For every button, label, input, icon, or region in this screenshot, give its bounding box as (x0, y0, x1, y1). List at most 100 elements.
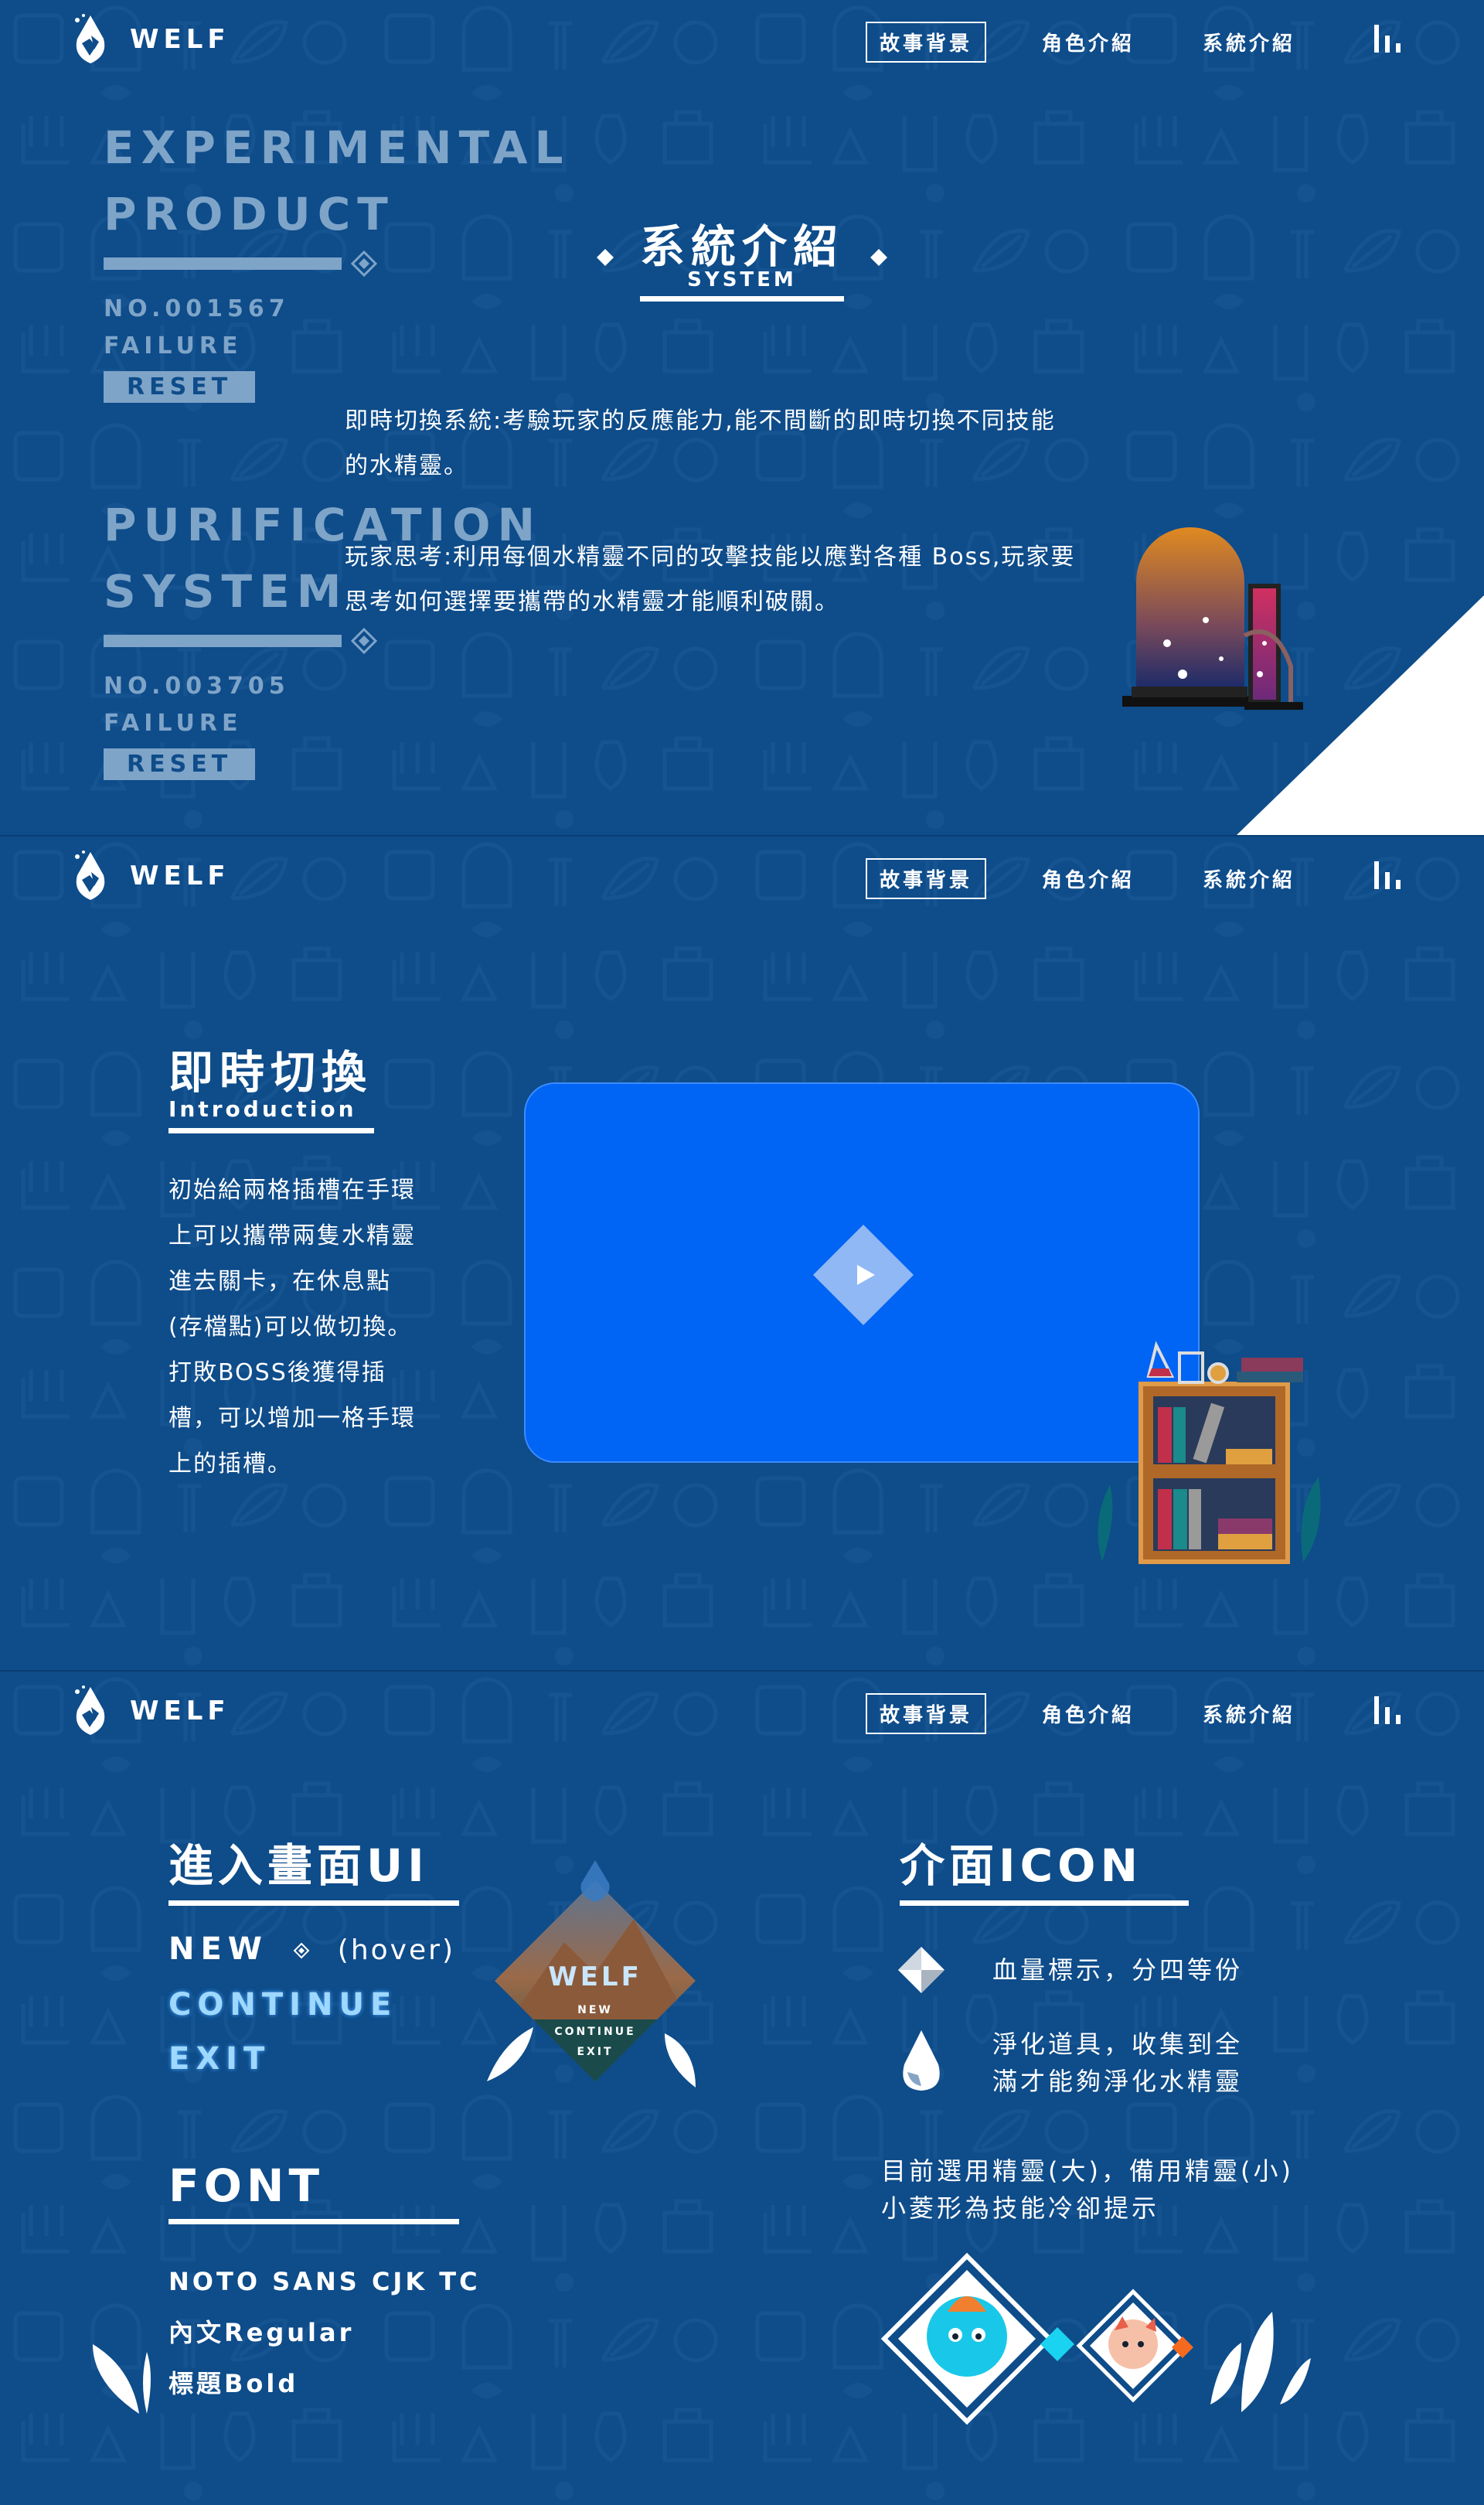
experiment-status: FAILURE (104, 332, 243, 360)
menu-new-row: NEW (hover) (168, 1931, 455, 1967)
title-underline (900, 1900, 1189, 1906)
play-button-icon[interactable] (813, 1225, 914, 1325)
leaf-decoration-icon (93, 2344, 151, 2414)
font-title-weight: 標題Bold (168, 2369, 299, 2398)
description-line: 上的插槽。 (168, 1450, 292, 1477)
description-line: 初始給兩格插槽在手環 (168, 1177, 416, 1204)
brand-name: WELF (130, 861, 230, 891)
nav-system[interactable]: 系統介紹 (1190, 23, 1308, 61)
title-underline (168, 2219, 459, 2224)
experiment-title-line2: PRODUCT (104, 188, 395, 240)
title-underline (168, 1900, 459, 1906)
spirit-note: 目前選用精靈(大)，備用精靈(小) 小菱形為技能冷卻提示 (881, 2152, 1294, 2227)
diamond-cursor-icon (293, 1942, 310, 1959)
title-underline (168, 1128, 374, 1133)
menu-new[interactable]: NEW (168, 1931, 268, 1967)
paragraph-line: 即時切換系統:考驗玩家的反應能力,能不間斷的即時切換不同技能 (345, 407, 1056, 435)
switch-system-paragraph: 即時切換系統:考驗玩家的反應能力,能不間斷的即時切換不同技能 的水精靈。 (345, 399, 1164, 489)
section-title: 系統介紹 (639, 220, 844, 273)
section-title: 即時切換 (168, 1046, 373, 1099)
realtime-switch-section: WELF 故事背景 角色介紹 系統介紹 即時切換 Introduction 初始… (0, 835, 1484, 1670)
title-underline (640, 295, 844, 302)
font-body-weight: 內文Regular (168, 2318, 355, 2347)
hp-description: 血量標示，分四等份 (992, 1955, 1244, 1985)
description-line: 打敗BOSS後獲得插 (168, 1359, 386, 1386)
preview-new: NEW (577, 2004, 613, 2016)
nav-system[interactable]: 系統介紹 (1190, 860, 1308, 898)
player-thinking-paragraph: 玩家思考:利用每個水精靈不同的攻擊技能以應對各種 Boss,玩家要 思考如何選擇… (345, 535, 1164, 625)
experiment-title-line1: EXPERIMENTAL (104, 121, 570, 174)
preview-continue: CONTINUE (554, 2026, 635, 2038)
nav-characters[interactable]: 角色介紹 (1030, 23, 1147, 61)
diamond-outline-icon (351, 250, 377, 277)
system-section: WELF 故事背景 角色介紹 系統介紹 EXPERIMENTAL PRODUCT… (0, 0, 1484, 835)
purify-description: 淨化道具，收集到全 滿才能夠淨化水精靈 (992, 2026, 1243, 2100)
diamond-bullet-icon (870, 249, 887, 267)
section-subtitle: Introduction (168, 1096, 357, 1122)
brand-name: WELF (130, 24, 230, 55)
diamond-bullet-icon (596, 249, 614, 267)
experiment-divider (104, 635, 342, 647)
experiment-number: NO.001567 (104, 295, 290, 322)
experiment-number: NO.003705 (104, 673, 290, 700)
brand-name: WELF (130, 1696, 230, 1726)
font-title: FONT (168, 2159, 325, 2212)
experiment-card-product: EXPERIMENTAL PRODUCT NO.001567 FAILURE R… (104, 114, 570, 403)
font-list: NOTO SANS CJK TC 內文Regular 標題Bold (168, 2256, 481, 2409)
nav-system[interactable]: 系統介紹 (1190, 1695, 1308, 1733)
paragraph-line: 的水精靈。 (345, 452, 468, 479)
water-spirit-logo-icon (75, 850, 105, 900)
menu-continue-label: CONTINUE (168, 1987, 398, 2023)
system-heading: 系統介紹 SYSTEM (587, 224, 897, 302)
bookshelf-illustration (1098, 1341, 1321, 1564)
top-nav: WELF 故事背景 角色介紹 系統介紹 (0, 837, 1484, 920)
spirit-selector-icons (880, 2252, 1311, 2425)
reset-button[interactable]: RESET (104, 371, 256, 403)
switch-heading: 即時切換 Introduction (168, 1050, 374, 1133)
nav-story[interactable]: 故事背景 (866, 1693, 987, 1734)
experiment-divider (104, 257, 342, 270)
menu-bars-icon[interactable] (1373, 1695, 1404, 1726)
paragraph-line: 玩家思考:利用每個水精靈不同的攻擊技能以應對各種 Boss,玩家要 (345, 544, 1076, 571)
preview-exit: EXIT (577, 2046, 613, 2058)
hover-hint: (hover) (337, 1934, 455, 1966)
paragraph-line: 思考如何選擇要攜帶的水精靈才能順利破關。 (345, 588, 839, 615)
purify-line: 滿才能夠淨化水精靈 (992, 2067, 1244, 2096)
nav-story[interactable]: 故事背景 (866, 858, 987, 899)
nav-links: 故事背景 角色介紹 系統介紹 (866, 858, 1308, 899)
brand-logo[interactable]: WELF (71, 1684, 230, 1738)
leaf-decoration-icon (665, 2033, 696, 2088)
description-line: 進去關卡，在休息點 (168, 1268, 391, 1295)
switch-description: 初始給兩格插槽在手環 上可以攜帶兩隻水精靈 進去關卡，在休息點 (存檔點)可以做… (168, 1167, 462, 1487)
nav-characters[interactable]: 角色介紹 (1030, 860, 1147, 898)
description-line: (存檔點)可以做切換。 (168, 1314, 413, 1341)
nav-links: 故事背景 角色介紹 系統介紹 (866, 22, 1308, 63)
diamond-outline-icon (351, 628, 377, 654)
nav-story[interactable]: 故事背景 (866, 22, 987, 63)
water-spirit-logo-icon (75, 1685, 105, 1735)
spirit-note-line: 小菱形為技能冷卻提示 (881, 2193, 1160, 2223)
top-nav: WELF 故事背景 角色介紹 系統介紹 (0, 0, 1484, 84)
nav-characters[interactable]: 角色介紹 (1030, 1695, 1147, 1733)
menu-bars-icon[interactable] (1373, 23, 1404, 54)
hp-diamond-icon (898, 1947, 945, 1993)
corner-triangle-decoration (1237, 595, 1484, 835)
interface-icon-title: 介面ICON (900, 1839, 1142, 1892)
ui-design-section: WELF 故事背景 角色介紹 系統介紹 進入畫面UI NEW (hover) C… (0, 1670, 1484, 2505)
leaf-decoration-icon (487, 2027, 533, 2081)
spirit-note-line: 目前選用精靈(大)，備用精靈(小) (881, 2156, 1294, 2186)
font-family-name: NOTO SANS CJK TC (168, 2267, 481, 2296)
entry-ui-title: 進入畫面UI (168, 1839, 429, 1892)
preview-logo: WELF (548, 1961, 642, 1992)
description-line: 上可以攜帶兩隻水精靈 (168, 1222, 416, 1249)
menu-continue[interactable]: CONTINUE (168, 1987, 397, 2023)
experiment-status: FAILURE (104, 710, 243, 737)
purify-line: 淨化道具，收集到全 (992, 2030, 1244, 2059)
brand-logo[interactable]: WELF (71, 12, 230, 66)
description-line: 槽，可以增加一格手環 (168, 1405, 416, 1432)
menu-exit[interactable]: EXIT (168, 2041, 271, 2077)
brand-logo[interactable]: WELF (71, 849, 230, 903)
reset-button[interactable]: RESET (104, 748, 256, 780)
menu-bars-icon[interactable] (1373, 860, 1404, 891)
menu-exit-label: EXIT (168, 2041, 271, 2077)
